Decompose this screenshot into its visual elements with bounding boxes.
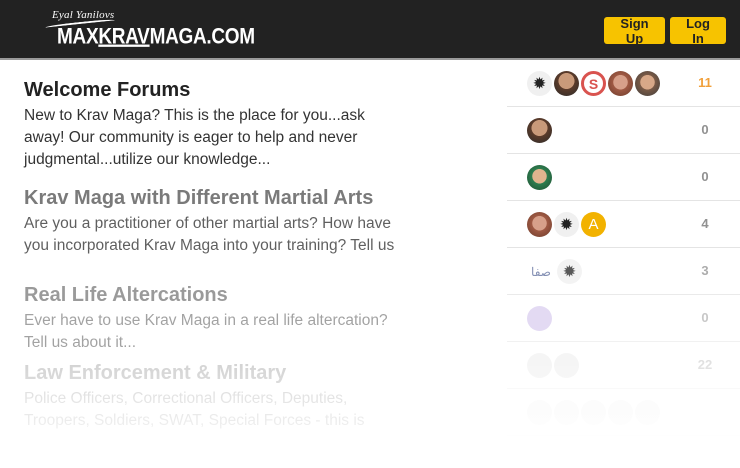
character-avatar[interactable]: ✹ — [557, 259, 582, 284]
character-avatar[interactable]: ✹ — [554, 212, 579, 237]
latest-topic-row[interactable]: 0 — [507, 154, 740, 201]
category-law-enforcement-military[interactable]: Law Enforcement & Military Police Office… — [24, 361, 404, 432]
ghost-avatar[interactable] — [527, 353, 552, 378]
log-in-button[interactable]: Log In — [670, 16, 726, 46]
ghost-avatar[interactable] — [527, 400, 552, 425]
ghost-avatar[interactable] — [581, 400, 606, 425]
dark-avatar[interactable] — [554, 71, 579, 96]
reply-count: 0 — [701, 169, 709, 184]
reply-count: 3 — [701, 263, 709, 278]
sign-up-button[interactable]: Sign Up — [604, 16, 665, 46]
a-avatar[interactable]: A — [581, 212, 606, 237]
reply-count: 0 — [701, 310, 709, 325]
latest-topic-row[interactable] — [507, 389, 740, 436]
category-different-martial-arts[interactable]: Krav Maga with Different Martial Arts Ar… — [24, 186, 404, 257]
latest-topic-row[interactable]: ✹ A 4 — [507, 201, 740, 248]
lavender-avatar[interactable] — [527, 306, 552, 331]
latest-topic-row[interactable]: 22 — [507, 342, 740, 389]
poster-avatars — [527, 400, 662, 426]
category-title[interactable]: Real Life Altercations — [24, 283, 404, 307]
reply-count: 0 — [701, 122, 709, 137]
category-real-life-altercations[interactable]: Real Life Altercations Ever have to use … — [24, 283, 404, 354]
site-logo[interactable]: Eyal Yanilovs MAXKRAVMAGA.COM — [44, 9, 255, 51]
poster-avatars — [527, 306, 554, 332]
poster-avatars — [527, 118, 554, 144]
category-description: Are you a practitioner of other martial … — [24, 215, 395, 254]
site-header: Eyal Yanilovs MAXKRAVMAGA.COM Sign Up Lo… — [0, 0, 740, 60]
poster-avatars: ✹ A — [527, 212, 608, 238]
latest-topic-row[interactable]: 0 — [507, 107, 740, 154]
poster-avatars — [527, 165, 554, 191]
photo-avatar[interactable] — [527, 212, 552, 237]
photo-avatar[interactable] — [527, 165, 552, 190]
reply-count: 4 — [701, 216, 709, 231]
s-avatar[interactable]: S — [581, 71, 606, 96]
category-title[interactable]: Krav Maga with Different Martial Arts — [24, 186, 404, 210]
category-title[interactable]: Law Enforcement & Military — [24, 361, 404, 385]
category-description: New to Krav Maga? This is the place for … — [24, 107, 365, 168]
latest-topic-row[interactable]: صفا ✹ 3 — [507, 248, 740, 295]
poster-avatars: ✹ S — [527, 71, 662, 97]
ghost-avatar[interactable] — [554, 353, 579, 378]
ghost-avatar[interactable] — [608, 400, 633, 425]
arabic-avatar[interactable]: صفا — [527, 259, 555, 284]
poster-avatars — [527, 353, 581, 379]
ghost-avatar[interactable] — [554, 400, 579, 425]
category-description: Ever have to use Krav Maga in a real lif… — [24, 312, 388, 351]
ghost-avatar[interactable] — [635, 400, 660, 425]
latest-topic-row[interactable]: 0 — [507, 295, 740, 342]
logo-wordmark: MAXKRAVMAGA.COM — [57, 25, 255, 50]
photo-avatar[interactable] — [635, 71, 660, 96]
photo-avatar[interactable] — [608, 71, 633, 96]
latest-topic-row[interactable]: ✹ S 11 — [507, 60, 740, 107]
poster-avatars: صفا ✹ — [527, 259, 584, 285]
category-title[interactable]: Welcome Forums — [24, 78, 404, 102]
dark-avatar[interactable] — [527, 118, 552, 143]
category-description: Police Officers, Correctional Officers, … — [24, 390, 365, 429]
character-avatar[interactable]: ✹ — [527, 71, 552, 96]
reply-count: 22 — [697, 357, 713, 372]
reply-count: 11 — [698, 75, 712, 90]
category-welcome-forums[interactable]: Welcome Forums New to Krav Maga? This is… — [24, 78, 404, 171]
